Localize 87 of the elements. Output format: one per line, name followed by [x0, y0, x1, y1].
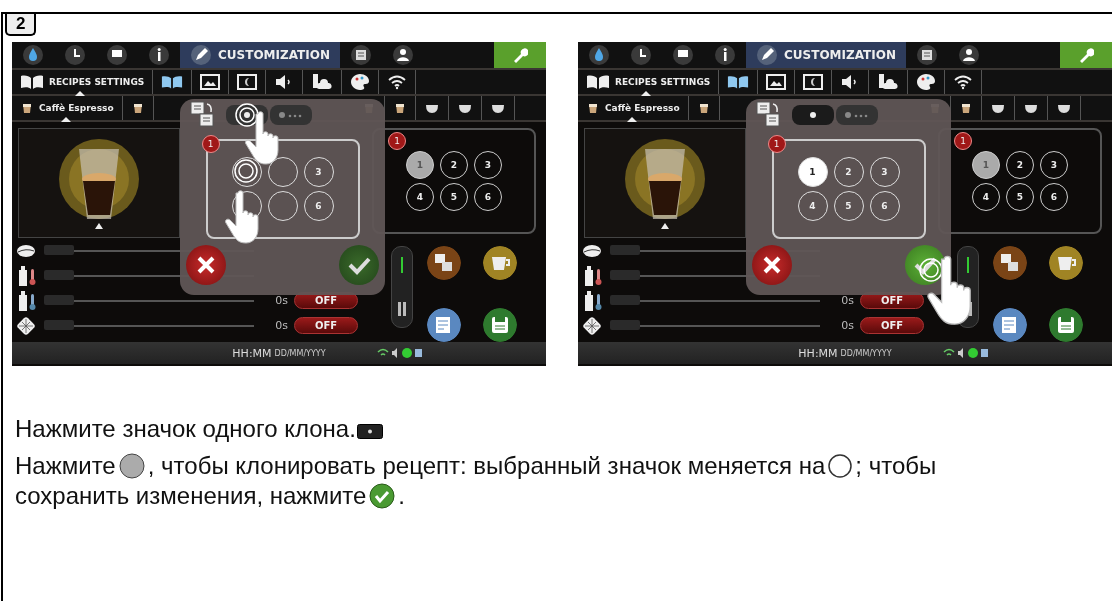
- slider-thumb[interactable]: [610, 269, 640, 280]
- cup-icon: [586, 101, 600, 115]
- palette-icon: [350, 73, 371, 91]
- count-badge: 1: [388, 132, 406, 150]
- step-number: 2: [5, 14, 37, 36]
- count-badge: 1: [767, 135, 786, 153]
- confirm-button[interactable]: [905, 245, 945, 285]
- cup-button[interactable]: [1049, 246, 1083, 280]
- instruction-text: ; чтобы: [855, 452, 937, 480]
- status-icons: [943, 347, 989, 359]
- count-badge: 1: [954, 132, 972, 150]
- dots-icon: [278, 111, 304, 119]
- milk-thermometer-icon: [582, 289, 604, 312]
- wrench-button[interactable]: [494, 42, 546, 68]
- pencil-icon: [756, 44, 778, 66]
- instruction-text: Нажмите значок одного клона.: [15, 415, 356, 442]
- off-switch[interactable]: OFF: [294, 317, 359, 334]
- cancel-button[interactable]: [752, 245, 792, 285]
- book-icon: [161, 74, 184, 90]
- pause-control[interactable]: [391, 246, 413, 328]
- multi-clone-button[interactable]: [836, 105, 878, 125]
- multi-clone-button[interactable]: [270, 105, 312, 125]
- dot-icon: [243, 111, 251, 119]
- clone-circle[interactable]: 1: [797, 157, 828, 187]
- recipe-tab[interactable]: Caffè Espresso: [12, 96, 123, 120]
- usb-cloud-icon: [311, 73, 334, 91]
- tap-ring-icon: [232, 158, 259, 184]
- recipe-tab[interactable]: Caffè Espresso: [578, 96, 689, 120]
- coffee-bean-icon: [582, 243, 604, 258]
- status-icons: [377, 347, 423, 359]
- instruction-text: Нажмите: [15, 452, 116, 480]
- tap-ring-icon: [234, 102, 260, 128]
- slider-thumb[interactable]: [610, 244, 640, 255]
- time-value: 0s: [840, 294, 854, 307]
- wifi-icon: [953, 74, 974, 90]
- image-icon: [200, 74, 221, 90]
- cup-button[interactable]: [483, 246, 517, 280]
- edit-button[interactable]: [427, 308, 461, 342]
- tap-ring-icon: [918, 257, 944, 283]
- time-value: 0s: [840, 319, 854, 332]
- time-value: 0s: [274, 319, 288, 332]
- milk-thermometer-icon: [16, 264, 38, 287]
- confirm-button[interactable]: [339, 245, 379, 285]
- wifi-icon: [387, 74, 408, 90]
- clone-button[interactable]: [993, 246, 1027, 280]
- wrench-button[interactable]: [1060, 42, 1112, 68]
- wrench-icon: [1078, 47, 1094, 63]
- save-button[interactable]: [483, 308, 517, 342]
- slider-thumb[interactable]: [44, 269, 74, 280]
- clock-time: HH:MM: [798, 346, 838, 360]
- top-tab[interactable]: CUSTOMIZATION: [180, 42, 340, 68]
- cancel-button[interactable]: [186, 245, 226, 285]
- usb-cloud-icon: [877, 73, 900, 91]
- single-clone-button[interactable]: [792, 105, 834, 125]
- save-button[interactable]: [1049, 308, 1083, 342]
- cup-icon: [20, 101, 34, 115]
- date-text: DD/MM/YYYY: [274, 348, 326, 358]
- palette-icon: [916, 73, 937, 91]
- clock-time: HH:MM: [232, 346, 272, 360]
- instruction-text: .: [398, 482, 406, 510]
- milk-thermometer-icon: [16, 289, 38, 312]
- dot-icon: [809, 111, 817, 119]
- image-icon: [766, 74, 787, 90]
- moon-icon: [803, 74, 824, 90]
- book-icon: [727, 74, 750, 90]
- instruction-text: , чтобы клонировать рецепт: выбранный значок меняется на: [147, 452, 826, 480]
- clone-button[interactable]: [427, 246, 461, 280]
- off-switch[interactable]: OFF: [860, 317, 925, 334]
- dots-icon: [844, 111, 870, 119]
- slider-thumb[interactable]: [44, 319, 74, 330]
- slider-thumb[interactable]: [44, 244, 74, 255]
- edit-button[interactable]: [993, 308, 1027, 342]
- moon-icon: [237, 74, 258, 90]
- wrench-icon: [512, 47, 528, 63]
- slider-thumb[interactable]: [44, 294, 74, 305]
- time-value: 0s: [274, 294, 288, 307]
- top-tab[interactable]: CUSTOMIZATION: [746, 42, 906, 68]
- pencil-icon: [190, 44, 212, 66]
- slider-thumb[interactable]: [610, 319, 640, 330]
- slider-thumb[interactable]: [610, 294, 640, 305]
- book-icon: [586, 74, 610, 90]
- coffee-bean-icon: [16, 243, 38, 258]
- instruction-text: сохранить изменения, нажмите: [15, 482, 367, 510]
- milk-thermometer-icon: [582, 264, 604, 287]
- book-icon: [20, 74, 44, 90]
- date-text: DD/MM/YYYY: [840, 348, 892, 358]
- count-badge: 1: [201, 135, 220, 153]
